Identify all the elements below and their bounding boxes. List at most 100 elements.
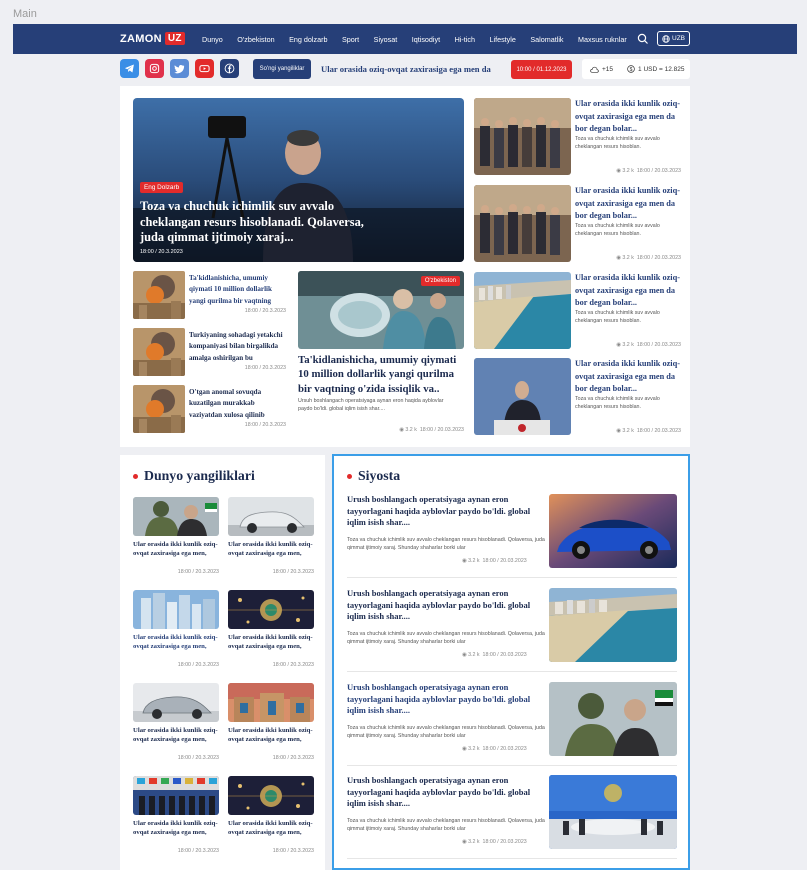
- small-article-image: [133, 328, 185, 376]
- politics-article-card[interactable]: Urush boshlangach operatsiyaga aynan ero…: [347, 682, 677, 756]
- youtube-icon[interactable]: [195, 59, 214, 78]
- article-date: 18:00 / 20.03.2023: [482, 746, 527, 752]
- hero-tag[interactable]: Eng Dolzarb: [140, 182, 184, 193]
- world-news-title[interactable]: Ular orasida ikki kunlik oziq-ovqat zaxi…: [228, 819, 314, 838]
- side-article-title[interactable]: Ular orasida ikki kunlik oziq-ovqat zaxi…: [575, 98, 681, 136]
- social-links: [120, 59, 239, 78]
- cloud-icon: [590, 66, 599, 73]
- facebook-icon[interactable]: [220, 59, 239, 78]
- latest-news-button[interactable]: So'ngi yangiliklar: [253, 59, 311, 79]
- politics-article-title[interactable]: Urush boshlangach operatsiyaga aynan ero…: [347, 588, 547, 623]
- world-news-title[interactable]: Ular orasida ikki kunlik oziq-ovqat zaxi…: [133, 633, 219, 652]
- divider: [347, 577, 677, 578]
- side-article-meta: ◉ 3.2 k 18:00 / 20.03.2023: [616, 168, 681, 174]
- small-article-card[interactable]: Turkiyaning sohadagi yetakchi kompaniyas…: [133, 328, 290, 376]
- side-article-card[interactable]: Ular orasida ikki kunlik oziq-ovqat zaxi…: [474, 272, 681, 352]
- world-news-card[interactable]: Ular orasida ikki kunlik oziq-ovqat zaxi…: [228, 497, 314, 584]
- weather-value: +15: [602, 65, 614, 73]
- nav-item-sport[interactable]: Sport: [342, 35, 359, 44]
- currency: $ 1 USD = 12.825: [627, 65, 684, 73]
- hero-article[interactable]: Eng Dolzarb Toza va chuchuk ichimlik suv…: [133, 98, 464, 262]
- world-news-title[interactable]: Ular orasida ikki kunlik oziq-ovqat zaxi…: [133, 726, 219, 745]
- world-news-title[interactable]: Ular orasida ikki kunlik oziq-ovqat zaxi…: [228, 540, 314, 559]
- featured-article-tag[interactable]: O'zbekiston: [420, 276, 460, 286]
- hero-title[interactable]: Toza va chuchuk ichimlik suv avvalo chek…: [140, 199, 390, 246]
- world-news-image: [133, 776, 219, 815]
- world-news-card[interactable]: Ular orasida ikki kunlik oziq-ovqat zaxi…: [133, 590, 219, 677]
- world-news-card[interactable]: Ular orasida ikki kunlik oziq-ovqat zaxi…: [228, 590, 314, 677]
- article-date: 18:00 / 20.03.2023: [419, 427, 464, 433]
- side-article-desc: Toza va chuchuk ichimlik suv avvalo chek…: [575, 223, 660, 237]
- nav-item-ozbekiston[interactable]: O'zbekiston: [237, 35, 274, 44]
- world-news-image: [133, 683, 219, 722]
- featured-article-meta: ◉ 3.2 k 18:00 / 20.03.2023: [399, 427, 464, 433]
- world-news-title[interactable]: Ular orasida ikki kunlik oziq-ovqat zaxi…: [133, 540, 219, 559]
- world-news-date: 18:00 / 20.3.2023: [177, 569, 219, 575]
- side-article-title[interactable]: Ular orasida ikki kunlik oziq-ovqat zaxi…: [575, 272, 681, 310]
- nav-item-siyosat[interactable]: Siyosat: [374, 35, 398, 44]
- instagram-icon[interactable]: [145, 59, 164, 78]
- nav-item-salomatlik[interactable]: Salomatlik: [530, 35, 563, 44]
- nav-item-hi-tich[interactable]: Hi-tich: [455, 35, 475, 44]
- language-selector[interactable]: UZB: [657, 31, 690, 46]
- language-label: UZB: [672, 35, 685, 42]
- side-article-title[interactable]: Ular orasida ikki kunlik oziq-ovqat zaxi…: [575, 185, 681, 223]
- side-article-card[interactable]: Ular orasida ikki kunlik oziq-ovqat zaxi…: [474, 185, 681, 265]
- politics-article-card[interactable]: Urush boshlangach operatsiyaga aynan ero…: [347, 494, 677, 568]
- world-news-title[interactable]: Ular orasida ikki kunlik oziq-ovqat zaxi…: [228, 633, 314, 652]
- weather-currency-box: +15 $ 1 USD = 12.825: [582, 59, 690, 79]
- featured-article-card[interactable]: O'zbekiston Ta'kidlanishicha, umumiy qiy…: [298, 271, 464, 437]
- politics-article-card[interactable]: Urush boshlangach operatsiyaga aynan ero…: [347, 775, 677, 849]
- side-article-desc: Toza va chuchuk ichimlik suv avvalo chek…: [575, 136, 660, 150]
- search-icon[interactable]: [637, 33, 649, 45]
- side-article-desc: Toza va chuchuk ichimlik suv avvalo chek…: [575, 310, 660, 324]
- small-article-card[interactable]: O'tgan anomal sovuqda kuzatilgan murakka…: [133, 385, 290, 433]
- featured-article-desc: Ursuh boshlangach operatsiyaga aynan ero…: [298, 398, 444, 412]
- politics-article-title[interactable]: Urush boshlangach operatsiyaga aynan ero…: [347, 494, 547, 529]
- featured-article-title[interactable]: Ta'kidlanishicha, umumiy qiymati 10 mill…: [298, 353, 464, 396]
- nav-item-lifestyle[interactable]: Lifestyle: [489, 35, 515, 44]
- side-article-title[interactable]: Ular orasida ikki kunlik oziq-ovqat zaxi…: [575, 358, 681, 396]
- small-article-title[interactable]: Ta'kidlanishicha, umumiy qiymati 10 mill…: [189, 273, 289, 307]
- world-news-date: 18:00 / 20.3.2023: [177, 755, 219, 761]
- small-article-card[interactable]: Ta'kidlanishicha, umumiy qiymati 10 mill…: [133, 271, 290, 319]
- world-news-card[interactable]: Ular orasida ikki kunlik oziq-ovqat zaxi…: [133, 497, 219, 584]
- politics-article-desc: Toza va chuchuk ichimlik suv avvalo chek…: [347, 818, 545, 832]
- telegram-icon[interactable]: [120, 59, 139, 78]
- world-news-card[interactable]: Ular orasida ikki kunlik oziq-ovqat zaxi…: [133, 683, 219, 770]
- world-news-title[interactable]: Ular orasida ikki kunlik oziq-ovqat zaxi…: [133, 819, 219, 838]
- world-news-card[interactable]: Ular orasida ikki kunlik oziq-ovqat zaxi…: [133, 776, 219, 863]
- politics-article-card[interactable]: Urush boshlangach operatsiyaga aynan ero…: [347, 588, 677, 662]
- politics-article-title[interactable]: Urush boshlangach operatsiyaga aynan ero…: [347, 682, 547, 717]
- nav-item-eng-dolzarb[interactable]: Eng dolzarb: [289, 35, 327, 44]
- world-news-image: [133, 497, 219, 536]
- world-news-date: 18:00 / 20.3.2023: [177, 662, 219, 668]
- world-news-date: 18:00 / 20.3.2023: [272, 848, 314, 854]
- world-news-date: 18:00 / 20.3.2023: [177, 848, 219, 854]
- nav-item-dunyo[interactable]: Dunyo: [202, 35, 223, 44]
- politics-article-title[interactable]: Urush boshlangach operatsiyaga aynan ero…: [347, 775, 547, 810]
- small-article-title[interactable]: Turkiyaning sohadagi yetakchi kompaniyas…: [189, 330, 289, 364]
- logo-text: ZAMON: [120, 32, 162, 45]
- article-date: 18:00 / 20.03.2023: [482, 652, 527, 658]
- world-news-date: 18:00 / 20.3.2023: [272, 662, 314, 668]
- side-article-card[interactable]: Ular orasida ikki kunlik oziq-ovqat zaxi…: [474, 358, 681, 438]
- article-date: 18:00 / 20.03.2023: [636, 428, 681, 434]
- side-article-card[interactable]: Ular orasida ikki kunlik oziq-ovqat zaxi…: [474, 98, 681, 178]
- politics-article-meta: ◉ 3.2 k 18:00 / 20.03.2023: [462, 839, 527, 845]
- side-article-image: [474, 98, 571, 175]
- twitter-icon[interactable]: [170, 59, 189, 78]
- small-article-image: [133, 271, 185, 319]
- logo[interactable]: ZAMON UZ: [120, 32, 185, 45]
- nav-item-iqtisodiyt[interactable]: Iqtisodiyt: [412, 35, 440, 44]
- small-article-date: 18:00 / 20.3.2023: [244, 365, 286, 371]
- world-news-card[interactable]: Ular orasida ikki kunlik oziq-ovqat zaxi…: [228, 683, 314, 770]
- politics-article-desc: Toza va chuchuk ichimlik suv avvalo chek…: [347, 631, 545, 645]
- politics-article-image: [549, 775, 677, 849]
- news-ticker[interactable]: Ular orasida oziq-ovqat zaxirasiga ega m…: [321, 59, 506, 79]
- small-article-title[interactable]: O'tgan anomal sovuqda kuzatilgan murakka…: [189, 387, 289, 421]
- world-news-title[interactable]: Ular orasida ikki kunlik oziq-ovqat zaxi…: [228, 726, 314, 745]
- world-news-card[interactable]: Ular orasida ikki kunlik oziq-ovqat zaxi…: [228, 776, 314, 863]
- nav-item-maxsus-ruknlar[interactable]: Maxsus ruknlar: [578, 35, 627, 44]
- view-count: 3.2 k: [468, 558, 480, 564]
